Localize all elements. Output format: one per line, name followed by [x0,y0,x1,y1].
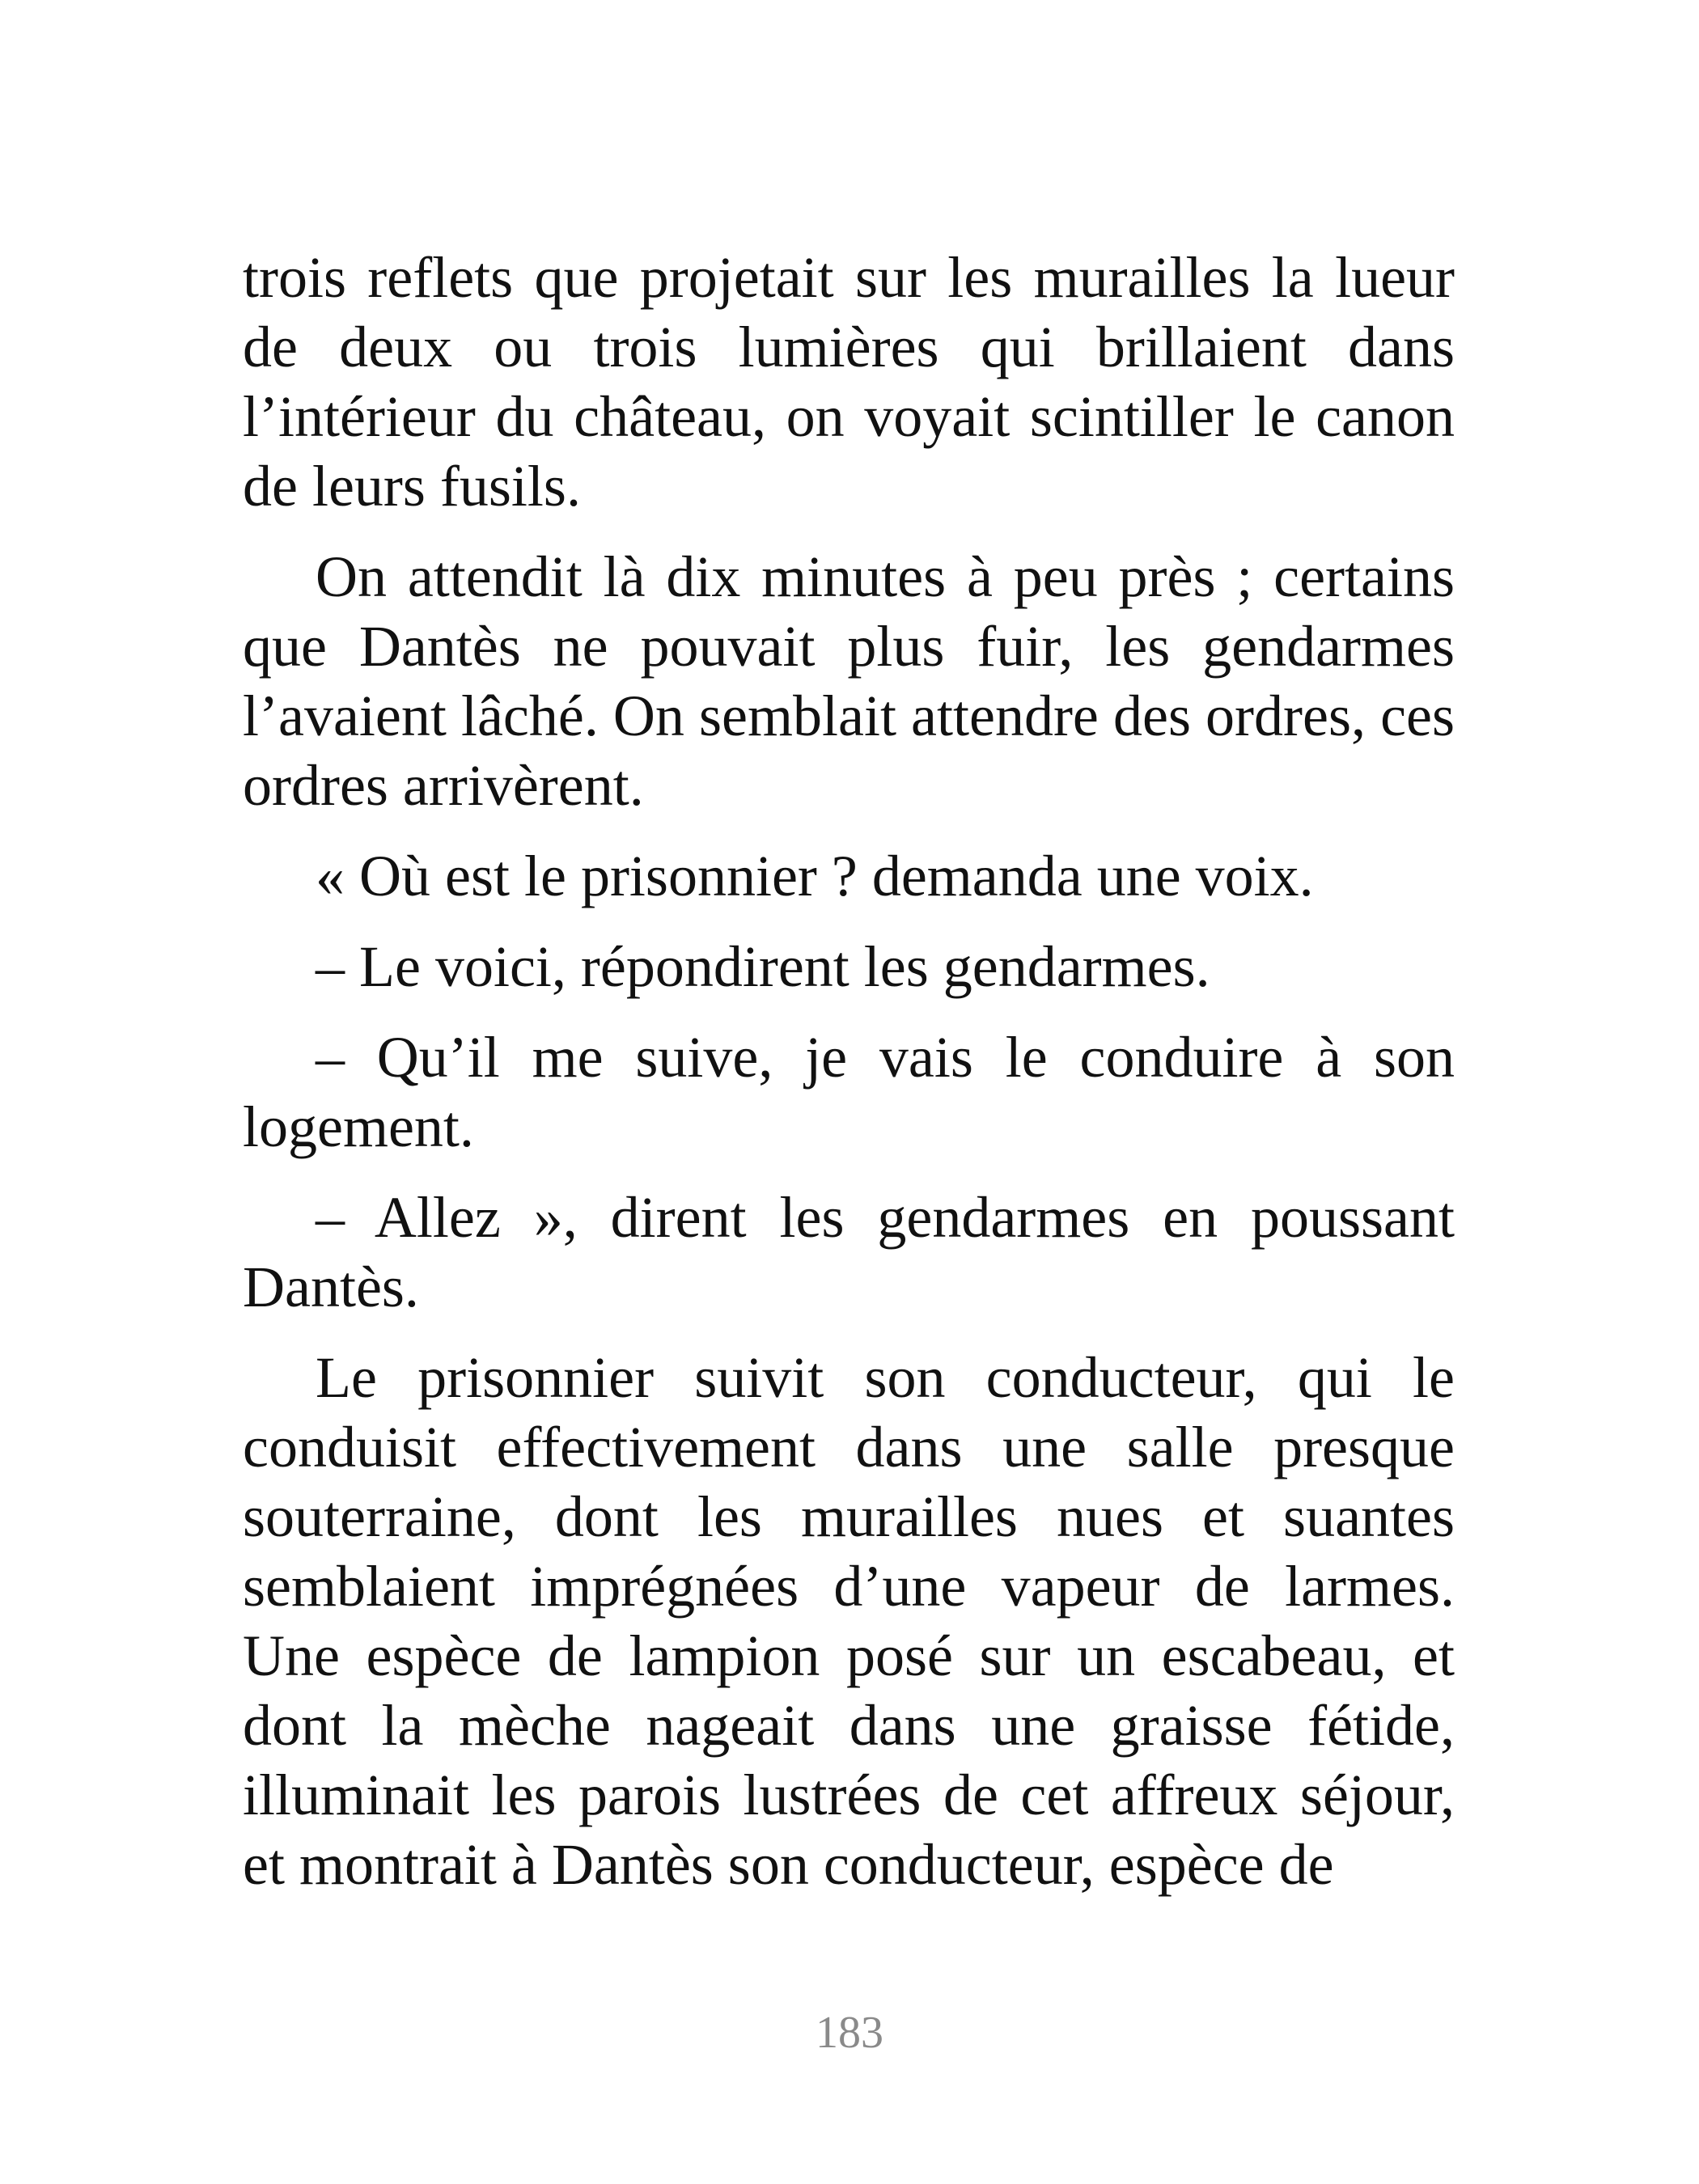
paragraph-3: « Où est le prisonnier ? demanda une voi… [316,844,1314,908]
paragraph-5: – Qu’il me suive, je vais le conduire à … [243,1025,1455,1159]
paragraph-2: On attendit là dix minutes à peu près ; … [243,544,1455,818]
page-number: 183 [816,2008,883,2058]
body-text: trois reflets que projetait sur les mura… [243,243,1455,1899]
paragraph-6: – Allez », dirent les gendarmes en pouss… [243,1185,1455,1319]
paragraph-7: Le prisonnier suivit son conducteur, qui… [243,1345,1455,1897]
paragraph-1: trois reflets que projetait sur les mura… [243,245,1455,518]
paragraph-4: – Le voici, répondirent les gendarmes. [316,934,1210,999]
book-page: trois reflets que projetait sur les mura… [0,0,1699,2184]
